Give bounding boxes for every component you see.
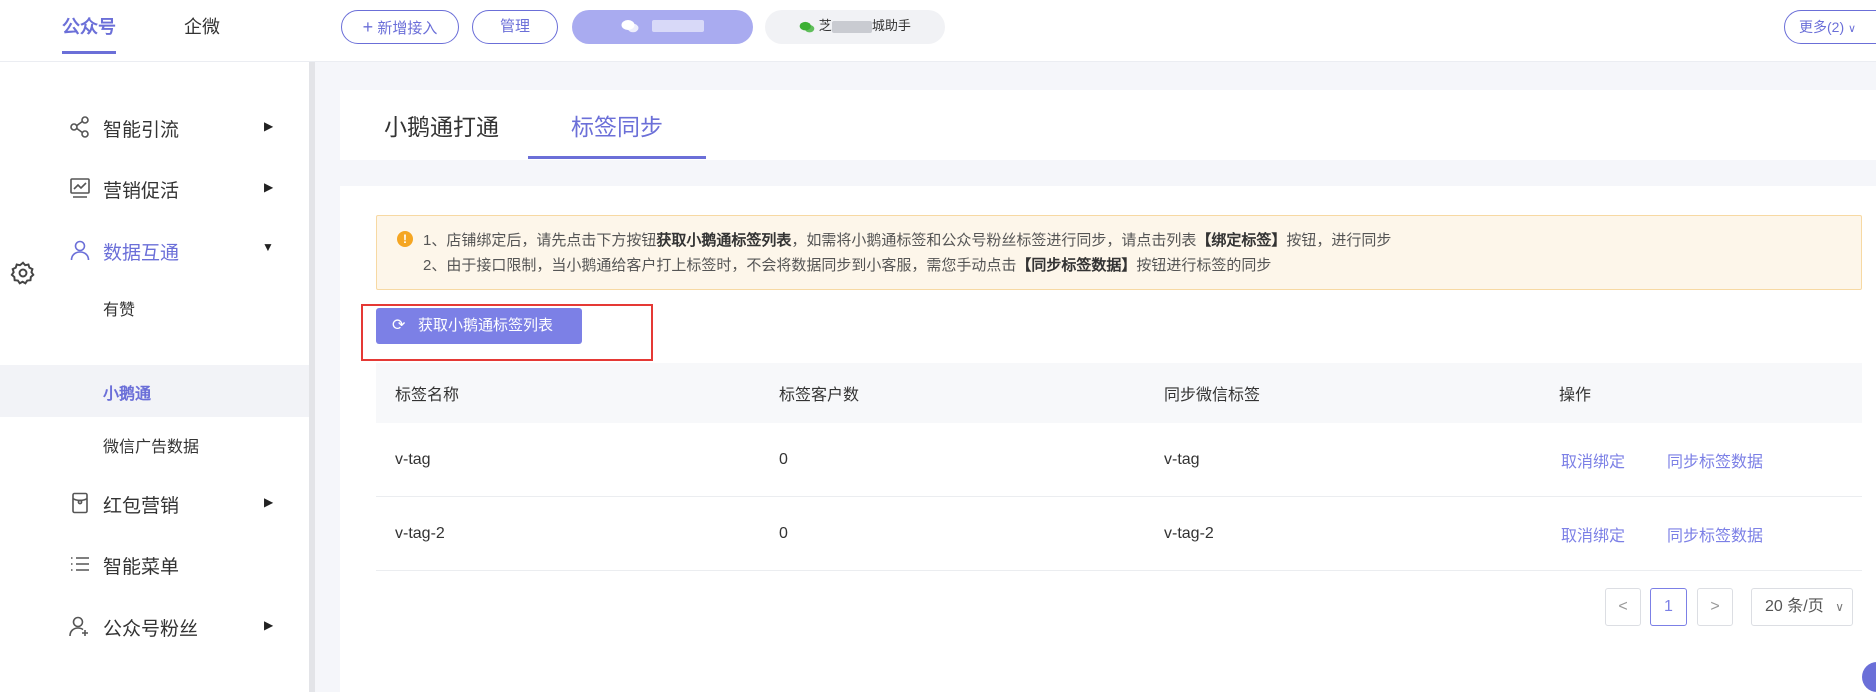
sidebar-subitem-xiaoetong[interactable]: 小鹅通 [0, 365, 310, 417]
sidebar-item-smart-menu[interactable]: 智能菜单 [0, 536, 310, 592]
cell-tag-name: v-tag [395, 450, 431, 468]
redacted-account-name [831, 20, 872, 33]
active-tab-indicator [528, 156, 706, 159]
share-icon [70, 116, 89, 138]
sidebar-item-marketing[interactable]: 营销促活 ▶ [0, 160, 310, 216]
manage-button[interactable]: 管理 [472, 10, 558, 44]
chevron-down-icon: ∨ [1835, 600, 1844, 614]
sidebar-subitem-wx-ad-data[interactable]: 微信广告数据 [0, 418, 310, 470]
table-row: v-tag 0 v-tag 取消绑定 同步标签数据 [376, 423, 1862, 497]
wechat-icon [799, 21, 815, 32]
sidebar: 智能引流 ▶ 营销促活 ▶ 数据互通 ▼ 有赞 小鹅通 微信广告数据 红包营销 … [0, 62, 310, 692]
wechat-icon [621, 20, 639, 33]
unbind-link[interactable]: 取消绑定 [1561, 497, 1625, 570]
plus-icon: + [362, 17, 374, 37]
caret-right-icon: ▶ [264, 119, 274, 133]
cell-customer-count: 0 [779, 450, 788, 468]
fans-icon [69, 616, 88, 637]
redacted-account-name [651, 20, 704, 33]
cell-customer-count: 0 [779, 524, 788, 542]
sidebar-subitem-youzan[interactable]: 有赞 [0, 281, 310, 333]
tab-official-account[interactable]: 公众号 [62, 14, 116, 54]
more-accounts-button[interactable]: 更多(2) ∨ [1784, 10, 1876, 44]
caret-right-icon: ▶ [264, 618, 274, 632]
user-icon [70, 240, 90, 261]
red-packet-icon [72, 492, 88, 514]
fetch-tag-list-button[interactable]: ⟳ 获取小鹅通标签列表 [376, 308, 582, 344]
unbind-link[interactable]: 取消绑定 [1561, 423, 1625, 496]
caret-right-icon: ▶ [264, 180, 274, 194]
page-size-select[interactable]: 20 条/页 ∨ [1751, 588, 1853, 626]
sync-tag-data-link[interactable]: 同步标签数据 [1667, 497, 1763, 570]
tab-xiaoetong-connect[interactable]: 小鹅通打通 [384, 108, 499, 142]
cell-wx-tag: v-tag-2 [1164, 524, 1214, 542]
col-header-wx-tag: 同步微信标签 [1164, 387, 1261, 404]
col-header-tag-name: 标签名称 [395, 387, 460, 404]
content-tabs: 小鹅通打通 标签同步 [340, 90, 1876, 160]
col-header-actions: 操作 [1559, 387, 1592, 404]
add-access-button[interactable]: + 新增接入 [341, 10, 459, 44]
chevron-down-icon: ∨ [1848, 23, 1857, 35]
notice-banner: ! 1、店铺绑定后，请先点击下方按钮获取小鹅通标签列表，如需将小鹅通标签和公众号… [376, 215, 1862, 290]
table-row: v-tag-2 0 v-tag-2 取消绑定 同步标签数据 [376, 497, 1862, 571]
account-pill-active[interactable] [572, 10, 753, 44]
chart-icon [70, 178, 90, 198]
sync-tag-data-link[interactable]: 同步标签数据 [1667, 423, 1763, 496]
prev-page-button[interactable]: < [1605, 588, 1641, 626]
caret-right-icon: ▶ [264, 495, 274, 509]
refresh-icon: ⟳ [392, 317, 406, 334]
sidebar-item-red-packet[interactable]: 红包营销 ▶ [0, 475, 310, 531]
sidebar-scrollbar[interactable] [309, 62, 315, 692]
warning-icon: ! [397, 231, 413, 247]
top-bar: 公众号 企微 + 新增接入 管理 芝城助手 更多(2) ∨ [0, 0, 1876, 62]
sidebar-item-smart-traffic[interactable]: 智能引流 ▶ [0, 99, 310, 155]
sidebar-item-fans[interactable]: 公众号粉丝 ▶ [0, 598, 310, 654]
cell-wx-tag: v-tag [1164, 450, 1200, 468]
tab-tag-sync[interactable]: 标签同步 [571, 108, 663, 142]
tag-table: 标签名称 标签客户数 同步微信标签 操作 v-tag 0 v-tag 取消绑定 … [376, 363, 1862, 571]
notice-line-1: 1、店铺绑定后，请先点击下方按钮获取小鹅通标签列表，如需将小鹅通标签和公众号粉丝… [423, 232, 1392, 249]
list-icon [71, 557, 89, 571]
next-page-button[interactable]: > [1697, 588, 1733, 626]
notice-line-2: 2、由于接口限制，当小鹅通给客户打上标签时，不会将数据同步到小客服，需您手动点击… [423, 257, 1272, 274]
sidebar-item-data-sync[interactable]: 数据互通 ▼ [0, 222, 310, 278]
caret-down-icon: ▼ [262, 240, 274, 254]
table-header: 标签名称 标签客户数 同步微信标签 操作 [376, 363, 1862, 423]
col-header-customer-count: 标签客户数 [779, 387, 860, 404]
page-number-button[interactable]: 1 [1650, 588, 1687, 626]
tab-wecom[interactable]: 企微 [184, 14, 220, 48]
cell-tag-name: v-tag-2 [395, 524, 445, 542]
account-pill-assistant[interactable]: 芝城助手 [765, 10, 945, 44]
